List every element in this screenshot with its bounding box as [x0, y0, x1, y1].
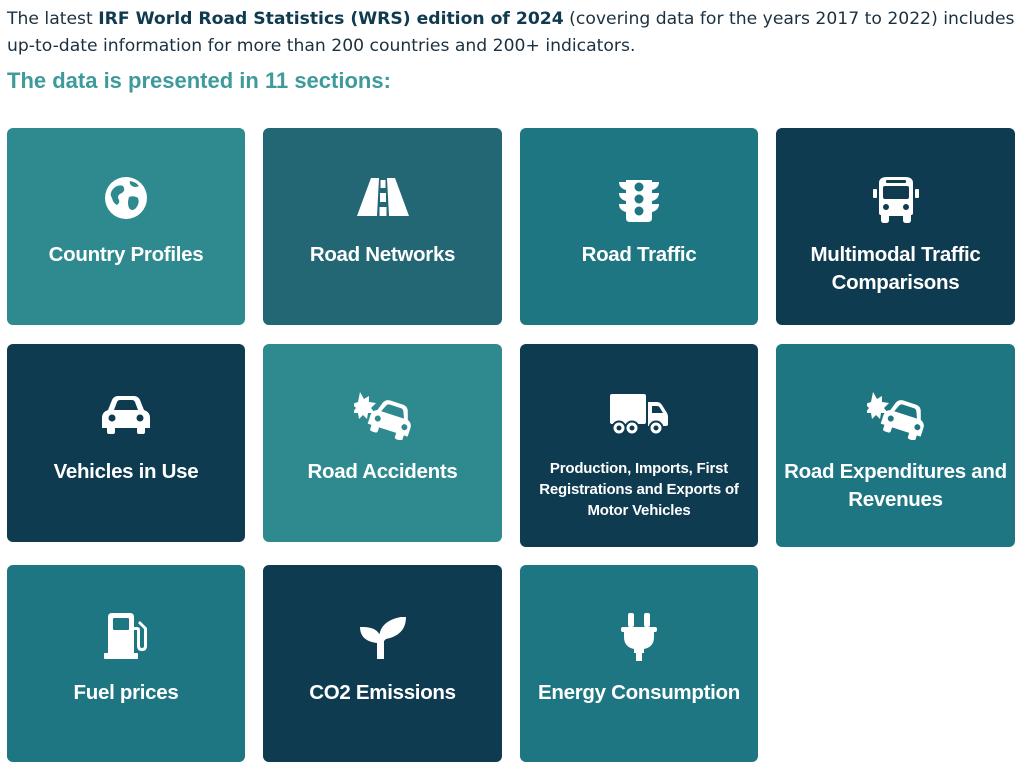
tile-road-networks[interactable]: Road Networks	[263, 128, 502, 325]
tile-multimodal-traffic[interactable]: Multimodal Traffic Comparisons	[776, 128, 1015, 325]
tile-road-traffic[interactable]: Road Traffic	[520, 128, 758, 325]
intro-pre: The latest	[7, 9, 99, 29]
tile-fuel-prices[interactable]: Fuel prices	[7, 565, 245, 762]
tile-label: Road Traffic	[581, 243, 697, 266]
tile-label: Energy Consumption	[538, 681, 740, 704]
truck-icon	[520, 394, 758, 436]
car-crash-icon	[776, 392, 1015, 440]
tile-road-expenditures[interactable]: Road Expenditures and Revenues	[776, 344, 1015, 547]
sections-heading: The data is presented in 11 sections:	[7, 68, 391, 93]
tile-label: Road Accidents	[307, 460, 458, 483]
tile-label: Vehicles in Use	[53, 460, 199, 483]
globe-icon	[7, 175, 245, 221]
seedling-icon	[263, 615, 502, 659]
road-icon	[263, 178, 502, 216]
tile-co2-emissions[interactable]: CO2 Emissions	[263, 565, 502, 762]
gas-pump-icon	[7, 613, 245, 659]
tile-country-profiles[interactable]: Country Profiles	[7, 128, 245, 325]
tile-label: Multimodal Traffic Comparisons	[810, 243, 981, 294]
tile-production-imports[interactable]: Production, Imports, First Registrations…	[520, 344, 758, 547]
tile-label: Fuel prices	[73, 681, 179, 704]
tile-label: Production, Imports, First Registrations…	[539, 460, 739, 519]
tile-label: Country Profiles	[48, 243, 204, 266]
tile-vehicles-in-use[interactable]: Vehicles in Use	[7, 344, 245, 542]
traffic-light-icon	[520, 176, 758, 222]
intro-edition: IRF World Road Statistics (WRS) edition …	[98, 9, 564, 29]
tile-energy-consumption[interactable]: Energy Consumption	[520, 565, 758, 762]
car-icon	[7, 396, 245, 434]
tile-road-accidents[interactable]: Road Accidents	[263, 344, 502, 542]
car-crash-icon	[263, 392, 502, 440]
tile-label: Road Expenditures and Revenues	[784, 460, 1007, 511]
plug-icon	[520, 613, 758, 661]
intro-text: The latest IRF World Road Statistics (WR…	[7, 6, 1027, 60]
tile-label: Road Networks	[309, 243, 456, 266]
bus-icon	[776, 177, 1015, 223]
tile-label: CO2 Emissions	[309, 681, 456, 704]
